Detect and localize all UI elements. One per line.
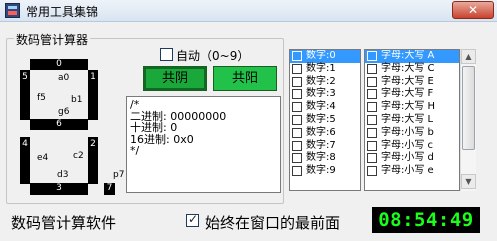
auto-checkbox[interactable] xyxy=(160,48,173,61)
letter-list-scrollbar[interactable]: ▲ ▼ xyxy=(460,49,476,191)
item-checkbox[interactable] xyxy=(367,127,377,138)
list-item[interactable]: 字母:小写 b xyxy=(365,127,459,140)
list-item[interactable]: 数字:4 xyxy=(290,101,360,114)
close-button[interactable]: ✕ xyxy=(452,1,494,19)
seg-g-button[interactable]: 6 xyxy=(30,119,88,130)
list-item[interactable]: 数字:2 xyxy=(290,76,360,89)
label-f5: f5 xyxy=(37,93,46,103)
app-icon xyxy=(5,3,20,18)
label-c2: c2 xyxy=(73,151,84,161)
auto-label: 自动（0~9） xyxy=(176,49,250,63)
seg-d-button[interactable]: 3 xyxy=(30,183,88,195)
item-checkbox[interactable] xyxy=(292,102,302,113)
seg-a-button[interactable]: 0 xyxy=(30,59,88,70)
group-title: 数码管计算器 xyxy=(14,31,91,48)
list-item[interactable]: 字母:小写 e xyxy=(365,165,459,178)
item-checkbox[interactable] xyxy=(292,114,302,125)
item-checkbox[interactable] xyxy=(367,89,377,100)
label-d3: d3 xyxy=(57,170,69,180)
list-item[interactable]: 字母:大写 H xyxy=(365,101,459,114)
list-item[interactable]: 字母:小写 d xyxy=(365,152,459,165)
list-item[interactable]: 数字:9 xyxy=(290,165,360,178)
item-checkbox[interactable] xyxy=(367,153,377,164)
item-checkbox[interactable] xyxy=(292,51,302,61)
list-item[interactable]: 字母:大写 F xyxy=(365,88,459,101)
item-checkbox[interactable] xyxy=(292,153,302,164)
item-checkbox[interactable] xyxy=(292,127,302,138)
digit-listbox[interactable]: 数字:0 数字:1 数字:2 数字:3 数字:4 数字:5 数字:6 数字:7 … xyxy=(289,49,361,191)
list-item[interactable]: 字母:大写 E xyxy=(365,76,459,89)
item-checkbox[interactable] xyxy=(367,114,377,125)
common-cathode-button[interactable]: 共阴 xyxy=(143,66,207,91)
item-checkbox[interactable] xyxy=(367,51,377,61)
item-checkbox[interactable] xyxy=(292,140,302,151)
item-checkbox[interactable] xyxy=(367,63,377,74)
letter-listbox[interactable]: 字母:大写 A 字母:大写 C 字母:大写 E 字母:大写 F 字母:大写 H … xyxy=(364,49,460,191)
item-checkbox[interactable] xyxy=(367,140,377,151)
item-checkbox[interactable] xyxy=(292,63,302,74)
list-item[interactable]: 数字:1 xyxy=(290,63,360,76)
item-checkbox[interactable] xyxy=(367,76,377,87)
list-item[interactable]: 字母:大写 C xyxy=(365,63,459,76)
label-b1: b1 xyxy=(71,95,83,105)
item-checkbox[interactable] xyxy=(292,89,302,100)
output-line: /* xyxy=(130,98,140,111)
label-e4: e4 xyxy=(37,153,49,163)
label-p7: p7 xyxy=(113,170,125,180)
seg-c-button[interactable]: 2 xyxy=(88,137,98,184)
window-title: 常用工具集锦 xyxy=(26,5,99,19)
item-checkbox[interactable] xyxy=(292,166,302,177)
common-anode-button[interactable]: 共阳 xyxy=(213,66,277,91)
label-a0: a0 xyxy=(58,73,70,83)
seg-e-button[interactable]: 4 xyxy=(20,137,30,184)
output-line: */ xyxy=(130,144,140,157)
output-decimal: 十进制: 0 xyxy=(130,121,178,134)
seg-f-button[interactable]: 5 xyxy=(20,70,30,120)
always-on-top-label: 始终在窗口的最前面 xyxy=(205,214,341,232)
output-textarea[interactable]: /* 二进制: 00000000 十进制: 0 16进制: 0x0 */ xyxy=(126,96,281,193)
item-checkbox[interactable] xyxy=(367,166,377,177)
item-checkbox[interactable] xyxy=(292,76,302,87)
label-g6: g6 xyxy=(58,107,70,117)
scroll-down-icon[interactable]: ▼ xyxy=(461,174,476,189)
output-hex: 16进制: 0x0 xyxy=(130,132,194,146)
seg-dp-button[interactable]: 7 xyxy=(104,183,115,195)
list-item[interactable]: 字母:大写 A xyxy=(365,50,459,63)
seg-b-button[interactable]: 1 xyxy=(88,70,98,120)
list-item[interactable]: 字母:大写 L xyxy=(365,114,459,127)
clock-display: 08:54:49 xyxy=(372,207,480,233)
always-on-top-checkbox[interactable] xyxy=(186,212,199,227)
list-item[interactable]: 数字:6 xyxy=(290,127,360,140)
app-name-label: 数码管计算软件 xyxy=(11,214,117,232)
list-item[interactable]: 数字:8 xyxy=(290,152,360,165)
list-item[interactable]: 字母:小写 c xyxy=(365,140,459,153)
list-item[interactable]: 数字:5 xyxy=(290,114,360,127)
list-item[interactable]: 数字:7 xyxy=(290,140,360,153)
item-checkbox[interactable] xyxy=(367,102,377,113)
title-bar: 常用工具集锦 ✕ xyxy=(0,0,497,22)
scroll-thumb[interactable] xyxy=(462,66,475,150)
list-item[interactable]: 数字:0 xyxy=(290,50,360,63)
scroll-up-icon[interactable]: ▲ xyxy=(461,49,476,64)
list-item[interactable]: 数字:3 xyxy=(290,88,360,101)
